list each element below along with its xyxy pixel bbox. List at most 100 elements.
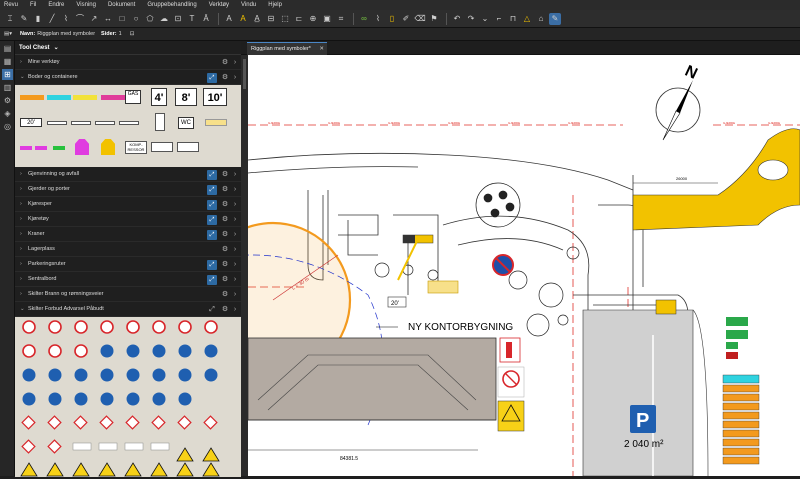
container-symbol[interactable] <box>53 146 65 150</box>
barrier-symbol[interactable] <box>47 121 67 125</box>
gear-icon[interactable]: ⚙ <box>220 230 230 240</box>
scale-icon[interactable]: ⤢ <box>207 275 217 285</box>
compressor-symbol[interactable]: KOMP- RESSOR <box>125 141 147 154</box>
text-icon[interactable]: Ā <box>200 13 212 25</box>
gear-icon[interactable]: ⚙ <box>220 305 230 315</box>
typewriter-icon[interactable]: A <box>223 13 235 25</box>
section-skilter-forbud[interactable]: ⌄ Skilter Forbud Advarsel Påbudt ⤢ ⚙ › <box>15 302 241 317</box>
pen-icon[interactable]: ✎ <box>18 13 30 25</box>
container-symbol[interactable] <box>151 142 173 152</box>
container-10ft[interactable]: 10' <box>203 88 227 106</box>
container-symbol[interactable] <box>20 95 44 100</box>
container-symbol[interactable] <box>35 146 47 150</box>
section-gjenvinning[interactable]: › Gjenvinning og avfall ⤢ ⚙ › <box>15 167 241 182</box>
eraser-icon[interactable]: ⌫ <box>414 13 426 25</box>
gear-icon[interactable]: ⚙ <box>220 73 230 83</box>
barrier-symbol[interactable] <box>95 121 115 125</box>
flag-icon[interactable]: ⚑ <box>428 13 440 25</box>
container-4ft[interactable]: 4' <box>151 88 167 106</box>
gear-icon[interactable]: ⚙ <box>220 185 230 195</box>
format-painter-icon[interactable]: ⌐ <box>493 13 505 25</box>
attachment-icon[interactable]: ⌇ <box>372 13 384 25</box>
barrier-symbol[interactable] <box>71 121 91 125</box>
scale-icon[interactable]: ⤢ <box>207 170 217 180</box>
menu-visning[interactable]: Visning <box>76 2 96 8</box>
undo-icon[interactable]: ↶ <box>451 13 463 25</box>
gear-icon[interactable]: ⚙ <box>220 275 230 285</box>
markups-icon[interactable]: ◎ <box>2 121 13 132</box>
gear-icon[interactable]: ⚙ <box>220 200 230 210</box>
section-kjoretoy[interactable]: › Kjøretøy ⤢ ⚙ › <box>15 212 241 227</box>
container-symbol[interactable] <box>73 95 97 100</box>
tag-icon[interactable]: ⌂ <box>535 13 547 25</box>
more-icon[interactable]: › <box>231 58 239 68</box>
bookmarks-icon[interactable]: ▥ <box>2 82 13 93</box>
dimension-icon[interactable]: ↔ <box>102 13 114 25</box>
polygon-icon[interactable]: ⬠ <box>144 13 156 25</box>
more-icon[interactable]: › <box>231 73 239 83</box>
menu-hjelp[interactable]: Hjelp <box>268 2 282 8</box>
scale-icon[interactable]: ⤢ <box>207 230 217 240</box>
menu-dokument[interactable]: Dokument <box>108 2 135 8</box>
section-parkeringsruter[interactable]: › Parkeringsruter ⤢ ⚙ › <box>15 257 241 272</box>
file-attach-icon[interactable]: ▯ <box>386 13 398 25</box>
more-icon[interactable]: › <box>231 230 239 240</box>
arrow-icon[interactable]: ↗ <box>88 13 100 25</box>
textbox-icon[interactable]: T <box>186 13 198 25</box>
highlighter-icon[interactable]: ▮ <box>32 13 44 25</box>
layers-icon[interactable]: ▦ <box>2 56 13 67</box>
more-icon[interactable]: › <box>231 260 239 270</box>
menu-revu[interactable]: Revu <box>4 2 18 8</box>
arc-icon[interactable]: ⌒ <box>74 13 86 25</box>
section-mine-verktoy[interactable]: › Mine verktøy ⚙ › <box>15 55 241 70</box>
thumbnails-icon[interactable]: ▤ <box>2 43 13 54</box>
measure-icon[interactable]: ⊏ <box>293 13 305 25</box>
more-icon[interactable]: › <box>231 290 239 300</box>
more-icon[interactable]: › <box>231 215 239 225</box>
scale-icon[interactable]: ⤢ <box>207 260 217 270</box>
image-icon[interactable]: ▣ <box>321 13 333 25</box>
underline-text-icon[interactable]: A̲ <box>251 13 263 25</box>
toilet-cabin-symbol[interactable] <box>155 113 165 131</box>
section-skilter-brann[interactable]: › Skilter Brann og rømningsveier ⚙ › <box>15 287 241 302</box>
gear-icon[interactable]: ⚙ <box>220 290 230 300</box>
barrier-symbol[interactable] <box>119 121 139 125</box>
scale-icon[interactable]: ⤢ <box>207 215 217 225</box>
warning-signs[interactable] <box>20 447 220 477</box>
gear-icon[interactable]: ⚙ <box>220 58 230 68</box>
lock-icon[interactable]: ⊓ <box>507 13 519 25</box>
section-lagerplass[interactable]: › Lagerplass ⚙ › <box>15 242 241 257</box>
container-symbol[interactable] <box>177 142 199 152</box>
close-icon[interactable]: ✕ <box>319 46 324 52</box>
small-label-signs[interactable] <box>72 442 170 451</box>
container-20ft[interactable]: 20' <box>20 118 42 127</box>
more-icon[interactable]: › <box>231 185 239 195</box>
scale-icon[interactable]: ⤢ <box>207 73 217 83</box>
more-icon[interactable]: › <box>231 305 239 315</box>
tool-chest-icon[interactable]: ⊞ <box>2 69 13 80</box>
gas-sign-icon[interactable]: GAS <box>125 90 141 104</box>
line-icon[interactable]: ╱ <box>46 13 58 25</box>
gear-icon[interactable]: ⚙ <box>220 245 230 255</box>
snapshot-icon[interactable]: ⬚ <box>279 13 291 25</box>
chevron-down-icon[interactable]: ⌄ <box>54 44 59 51</box>
panel-scrollbar[interactable] <box>241 55 248 476</box>
more-icon[interactable]: › <box>231 275 239 285</box>
container-symbol[interactable] <box>47 95 71 100</box>
more-icon[interactable]: › <box>231 200 239 210</box>
highlight-text-icon[interactable]: A <box>237 13 249 25</box>
pen-active-icon[interactable]: ✎ <box>549 12 561 25</box>
more-icon[interactable]: › <box>231 245 239 255</box>
menu-fil[interactable]: Fil <box>30 2 36 8</box>
stamp-icon[interactable]: ⊟ <box>265 13 277 25</box>
scale-icon[interactable]: ⤢ <box>207 305 217 315</box>
menu-endre[interactable]: Endre <box>48 2 64 8</box>
wc-symbol[interactable]: WC <box>178 117 194 129</box>
menu-verktoy[interactable]: Verktøy <box>209 2 229 8</box>
alert-icon[interactable]: △ <box>521 13 533 25</box>
container-symbol[interactable] <box>101 95 125 100</box>
properties-icon[interactable]: ⚙ <box>2 95 13 106</box>
section-kraner[interactable]: › Kraner ⤢ ⚙ › <box>15 227 241 242</box>
rectangle-icon[interactable]: □ <box>116 13 128 25</box>
link-icon[interactable]: ∞ <box>358 13 370 25</box>
